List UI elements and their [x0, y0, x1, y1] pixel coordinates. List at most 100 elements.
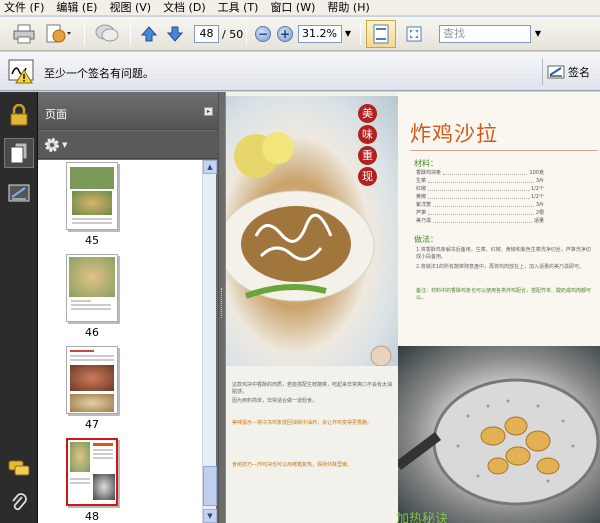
body-text: 因为用料简单，非常适合做一道轻食。 — [232, 398, 318, 404]
page-thumbnail[interactable] — [66, 254, 118, 322]
right-page: 炸鸡沙拉 材料： 香酥鸡块条 100克 生菜 3片 红椒 1/2个 黄椒 1/2个 紫洋… — [395, 92, 600, 523]
page-thumbnail[interactable] — [66, 346, 118, 414]
menu-help[interactable]: 帮助 (H) — [327, 1, 369, 15]
zoom-in-icon: + — [277, 26, 293, 42]
tip-text: 美味提示—将冷冻鸡条放回油锅中油炸，会让炸鸡变得更香脆。 — [232, 420, 373, 426]
thumbnail-label: 45 — [85, 234, 99, 247]
options-button[interactable]: ▼ — [44, 137, 67, 153]
full-screen-button[interactable] — [402, 21, 426, 47]
ingredient-row: 紫洋葱 3片 — [416, 202, 544, 208]
zoom-in-button[interactable]: + — [276, 21, 294, 47]
menu-file[interactable]: 文件 (F) — [4, 1, 44, 15]
stamp-char: 重 — [358, 146, 377, 165]
thumbnail-label: 46 — [85, 326, 99, 339]
signature-message: 至少一个签名有问题。 — [44, 67, 154, 80]
scrollbar-thumb[interactable] — [203, 466, 217, 506]
ingredient-row: 美乃滋 适量 — [416, 218, 544, 224]
chevron-down-icon: ▼ — [344, 29, 352, 38]
thumbnail-list: 45 46 47 48 — [38, 160, 202, 523]
menu-edit[interactable]: 编辑 (E) — [56, 1, 97, 15]
full-screen-icon — [406, 26, 422, 42]
ingredient-row: 红椒 1/2个 — [416, 186, 544, 192]
scroll-up-button[interactable]: ▲ — [203, 160, 217, 174]
lock-icon — [10, 104, 28, 126]
pages-panel-toolbar: ▼ — [38, 131, 218, 159]
title-rule — [410, 150, 598, 151]
comment-icon — [95, 24, 119, 42]
panel-splitter[interactable] — [218, 92, 226, 523]
scroll-down-button[interactable]: ▼ — [203, 509, 217, 523]
gear-icon — [45, 138, 59, 152]
comments-button[interactable] — [4, 454, 34, 484]
tip-text: 食用技巧—炸鸡块也可以用烤箱复热，保持外酥里嫩。 — [232, 462, 353, 468]
security-settings-button[interactable] — [4, 100, 34, 130]
triangle-right-icon: ▸ — [206, 108, 210, 115]
pages-panel: 页面 ▸ ▼ 45 46 47 48 ▲ ▼ — [38, 92, 218, 523]
next-page-icon — [166, 26, 184, 42]
stamp-char: 味 — [358, 125, 377, 144]
signature-icon — [547, 65, 565, 78]
create-pdf-button[interactable] — [42, 21, 76, 47]
comment-button[interactable] — [92, 21, 122, 47]
next-page-button[interactable] — [164, 21, 186, 47]
menu-document[interactable]: 文档 (D) — [163, 1, 206, 15]
attachments-icon — [12, 493, 27, 511]
attachments-button[interactable] — [4, 488, 34, 518]
pages-panel-header: 页面 ▸ — [38, 92, 218, 130]
signature-message-bar: 至少一个签名有问题。 签名 — [0, 52, 600, 91]
stamp-char: 美 — [358, 104, 377, 123]
menu-tools[interactable]: 工具 (T) — [218, 1, 259, 15]
prev-page-button[interactable] — [138, 21, 160, 47]
ingredient-row: 黄椒 1/2个 — [416, 194, 544, 200]
chevron-down-icon: ▼ — [62, 141, 68, 149]
fit-page-icon — [373, 24, 389, 44]
thumbnail-scrollbar[interactable]: ▲ ▼ — [202, 160, 217, 523]
comments-icon — [8, 460, 30, 476]
print-button[interactable] — [10, 21, 38, 47]
chevron-down-icon: ▼ — [207, 512, 213, 520]
document-view[interactable]: 美 味 重 现 这款鸡块中香酥的肉质，若能搭配生鲜蔬菜，吃起来非常爽口不会有太油… — [226, 92, 600, 523]
ingredient-row: 香酥鸡块条 100克 — [416, 170, 544, 176]
ingredient-row: 生菜 3片 — [416, 178, 544, 184]
zoom-level-input[interactable]: 31.2% — [298, 25, 342, 43]
menu-view[interactable]: 视图 (V) — [109, 1, 151, 15]
splitter-grip — [221, 288, 223, 318]
pages-panel-title: 页面 — [45, 108, 67, 121]
panel-menu-button[interactable]: ▸ — [204, 107, 213, 116]
menu-bar: 文件 (F) 编辑 (E) 视图 (V) 文档 (D) 工具 (T) 窗口 (W… — [0, 0, 600, 16]
method-step: 1.将香酥鸡条解冻后备用，生菜、红椒、黄椒和紫色生菜洗净切丝，芦笋洗净切成小段备… — [416, 247, 591, 260]
zoom-out-icon: − — [255, 26, 271, 42]
recipe-note: 备注：材料中的香酥鸡条也可以使用各类炸鸡配合，搭配芥末、酸奶或鸡肉都可以。 — [416, 288, 592, 301]
find-dropdown[interactable]: ▼ — [533, 25, 543, 43]
thumbnail-label: 48 — [85, 510, 99, 523]
fit-page-button[interactable] — [366, 20, 396, 48]
page-number-input[interactable]: 48 — [194, 25, 219, 43]
body-text: 这款鸡块中香酥的肉质，若能搭配生鲜蔬菜，吃起来非常爽口不会有太油腻感， — [232, 382, 393, 395]
pages-button[interactable] — [4, 138, 34, 168]
signature-warning-icon — [8, 59, 34, 84]
fried-chicken-photo — [395, 346, 600, 523]
page-thumbnail[interactable] — [66, 162, 118, 230]
menu-window[interactable]: 窗口 (W) — [270, 1, 315, 15]
signature-button-label: 签名 — [568, 65, 590, 79]
create-pdf-icon — [46, 24, 71, 43]
zoom-dropdown[interactable]: ▼ — [343, 25, 353, 43]
chevron-up-icon: ▲ — [207, 163, 213, 171]
signatures-button[interactable] — [4, 178, 34, 208]
recipe-title: 炸鸡沙拉 — [410, 122, 498, 146]
method-heading: 做法： — [414, 235, 438, 244]
find-input[interactable]: 查找 — [439, 25, 531, 43]
ingredient-row: 芦笋 2根 — [416, 210, 544, 216]
navigation-pane-strip — [0, 92, 38, 523]
method-step: 2.将做法1的所有蔬菜随意盘中，再将鸡肉放在上，加入适量的美乃滋即可。 — [416, 264, 584, 270]
signature-icon — [8, 184, 30, 202]
printer-icon — [13, 24, 35, 44]
signature-panel-button[interactable]: 签名 — [542, 58, 600, 85]
thumbnail-label: 47 — [85, 418, 99, 431]
toolbar: 48 / 50 − + 31.2% ▼ 查找 ▼ — [0, 17, 600, 51]
zoom-out-button[interactable]: − — [254, 21, 272, 47]
page-thumbnail-selected[interactable] — [66, 438, 118, 506]
page-total-label: / 50 — [222, 28, 244, 41]
prev-page-icon — [140, 26, 158, 42]
stamp-char: 现 — [358, 167, 377, 186]
